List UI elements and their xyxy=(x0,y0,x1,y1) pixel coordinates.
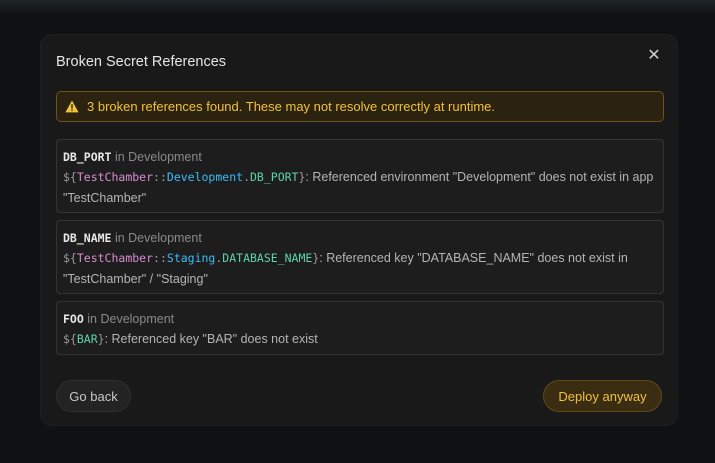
warning-text: 3 broken references found. These may not… xyxy=(87,99,496,114)
ref-environment: Development xyxy=(166,170,244,184)
ref-open: ${ xyxy=(63,251,77,265)
broken-reference-item: DB_NAME in Development ${TestChamber::St… xyxy=(56,220,664,294)
ref-key: DB_PORT xyxy=(250,170,299,184)
ref-open: ${ xyxy=(63,332,77,346)
ref-environment: Staging xyxy=(166,251,216,265)
warning-triangle-icon xyxy=(65,100,79,113)
broken-references-dialog: Broken Secret References ✕ 3 broken refe… xyxy=(40,34,678,426)
ref-key: BAR xyxy=(76,332,98,346)
backdrop-header-fade xyxy=(0,0,715,14)
warning-banner: 3 broken references found. These may not… xyxy=(56,91,664,122)
environment-context: in Development xyxy=(114,150,202,164)
reference-description: ${BAR}: Referenced key "BAR" does not ex… xyxy=(63,329,657,350)
dialog-title: Broken Secret References xyxy=(56,54,227,70)
environment-context: in Development xyxy=(87,312,175,326)
ref-close: } xyxy=(97,332,105,346)
close-icon[interactable]: ✕ xyxy=(646,48,662,64)
environment-context: in Development xyxy=(114,231,202,245)
broken-reference-item: DB_PORT in Development ${TestChamber::De… xyxy=(56,139,664,213)
ref-separator: . xyxy=(243,170,250,184)
ref-app: TestChamber xyxy=(76,251,154,265)
ref-separator: :: xyxy=(153,251,167,265)
reference-description: ${TestChamber::Staging.DATABASE_NAME}: R… xyxy=(63,248,657,290)
ref-separator: :: xyxy=(153,170,167,184)
secret-key: FOO xyxy=(63,312,84,326)
deploy-anyway-button[interactable]: Deploy anyway xyxy=(543,380,662,412)
secret-key: DB_PORT xyxy=(63,150,112,164)
ref-open: ${ xyxy=(63,170,77,184)
secret-key: DB_NAME xyxy=(63,231,112,245)
broken-reference-item: FOO in Development ${BAR}: Referenced ke… xyxy=(56,301,664,355)
ref-key: DATABASE_NAME xyxy=(222,251,313,265)
error-message: : Referenced key "BAR" does not exist xyxy=(104,332,318,346)
ref-app: TestChamber xyxy=(76,170,154,184)
go-back-button[interactable]: Go back xyxy=(56,380,131,412)
reference-description: ${TestChamber::Development.DB_PORT}: Ref… xyxy=(63,167,657,209)
